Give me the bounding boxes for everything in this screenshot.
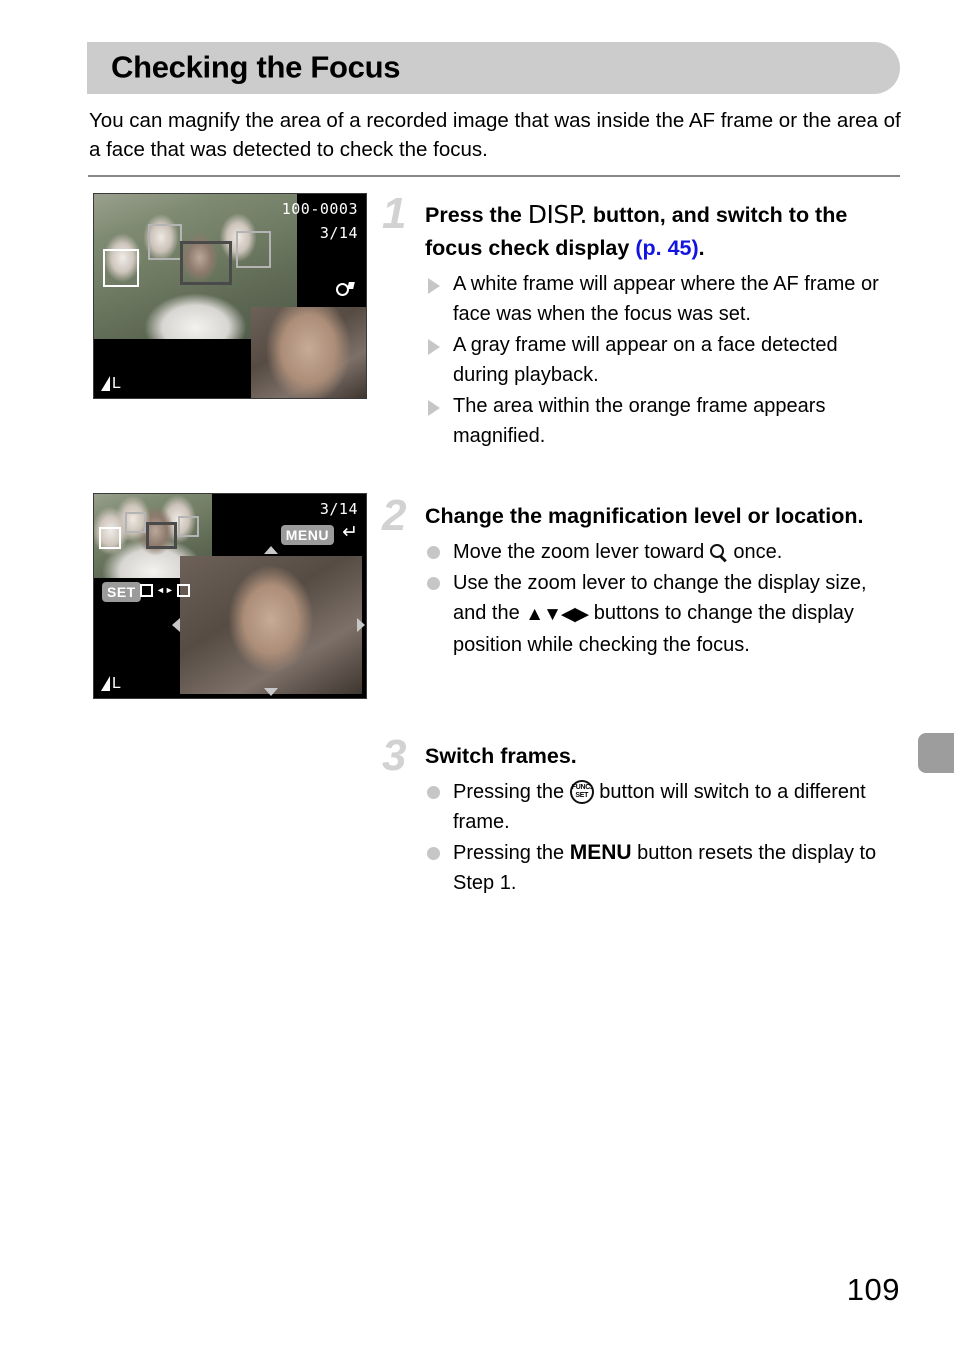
step-3-number: 3: [382, 731, 407, 780]
page-title: Checking the Focus: [111, 49, 401, 85]
menu-badge: MENU: [280, 525, 334, 545]
magnifier-icon: [709, 544, 728, 563]
scroll-right-arrow-icon: [357, 618, 365, 632]
step-2-heading: Change the magnification level or locati…: [425, 504, 864, 528]
af-frame-gray-1: [148, 224, 182, 260]
af-frame-orange: [180, 241, 232, 285]
list-item: Move the zoom lever toward once.: [425, 537, 895, 567]
list-item: Pressing the MENU button resets the disp…: [425, 838, 895, 898]
list-item: Pressing the FUNC. SET button will switch…: [425, 777, 895, 837]
image-quality-label: L: [112, 375, 121, 392]
dot-bullet-icon: [427, 577, 440, 590]
file-number-label: 100-0003: [281, 200, 358, 218]
disp-button-icon: DISP.: [527, 200, 588, 229]
magnified-face-inset: [251, 307, 366, 398]
chapter-tab-marker: [918, 733, 954, 773]
triangle-bullet-icon: [428, 339, 440, 355]
af-frame-white-small: [99, 527, 121, 549]
magnifier-icon: [336, 282, 356, 302]
swap-frame-icon: ◄►: [140, 584, 190, 597]
direction-pad-icon: ▲▼◀▶: [525, 604, 589, 625]
scroll-left-arrow-icon: [172, 618, 180, 632]
step-1: 1 Press the DISP. button, and switch to …: [382, 192, 895, 452]
camera-screen-focus-check: 100-0003 3/14 L: [93, 193, 367, 399]
scroll-up-arrow-icon: [264, 546, 278, 554]
step-3: 3 Switch frames. Pressing the FUNC. SET b…: [382, 734, 895, 899]
page-reference-link[interactable]: (p. 45): [635, 236, 698, 260]
af-frame-gray-small-1: [125, 512, 146, 533]
af-frame-white: [103, 249, 139, 287]
step-1-body: A white frame will appear where the AF f…: [425, 269, 895, 451]
step-3-heading: Switch frames.: [425, 744, 577, 768]
dot-bullet-icon: [427, 786, 440, 799]
af-frame-orange-small: [146, 522, 177, 549]
step-1-heading-before: Press the: [425, 203, 522, 227]
list-item: Use the zoom lever to change the display…: [425, 568, 895, 660]
image-quality-indicator-2: L: [101, 675, 121, 692]
list-item-text-before: Pressing the: [453, 842, 565, 864]
image-quality-label-2: L: [112, 675, 121, 692]
af-frame-gray-small-2: [178, 516, 199, 537]
func-set-icon: FUNC. SET: [569, 780, 594, 804]
list-item-text: The area within the orange frame appears…: [453, 395, 826, 447]
scroll-down-arrow-icon: [264, 688, 278, 696]
step-2-number: 2: [382, 491, 407, 540]
dot-bullet-icon: [427, 847, 440, 860]
step-1-heading: Press the DISP. button, and switch to th…: [425, 198, 895, 265]
list-item-text-before: Pressing the: [453, 781, 565, 803]
camera-screen-magnified-focus-check: 3/14 MENU ↵ SET ◄► L: [93, 493, 367, 699]
section-divider: [88, 175, 900, 177]
step-3-body: Pressing the FUNC. SET button will switch…: [425, 777, 895, 898]
list-item: A gray frame will appear on a face detec…: [425, 330, 895, 390]
triangle-bullet-icon: [428, 278, 440, 294]
step-1-number: 1: [382, 189, 407, 238]
step-1-heading-after: .: [698, 236, 705, 260]
af-frame-gray-2: [236, 231, 271, 268]
list-item: The area within the orange frame appears…: [425, 391, 895, 451]
menu-button-icon: MENU: [569, 841, 632, 864]
list-item-text-after: once.: [733, 541, 783, 563]
step-2: 2 Change the magnification level or loca…: [382, 494, 895, 661]
intro-paragraph: You can magnify the area of a recorded i…: [89, 109, 901, 161]
return-arrow-icon: ↵: [342, 522, 358, 543]
frame-counter-label: 3/14: [319, 224, 358, 242]
step-2-body: Move the zoom lever toward once. Use the…: [425, 537, 895, 660]
dot-bullet-icon: [427, 546, 440, 559]
list-item-text: A white frame will appear where the AF f…: [453, 273, 879, 325]
list-item-text: A gray frame will appear on a face detec…: [453, 334, 838, 386]
list-item: A white frame will appear where the AF f…: [425, 269, 895, 329]
page-number: 109: [846, 1272, 900, 1307]
frame-counter-label-2: 3/14: [319, 500, 358, 518]
magnified-region: [180, 556, 362, 694]
list-item-text-before: Move the zoom lever toward: [453, 541, 705, 563]
page-header-band: Checking the Focus: [87, 42, 900, 94]
triangle-bullet-icon: [428, 400, 440, 416]
set-badge: SET: [102, 582, 141, 602]
image-quality-indicator: L: [101, 375, 121, 392]
